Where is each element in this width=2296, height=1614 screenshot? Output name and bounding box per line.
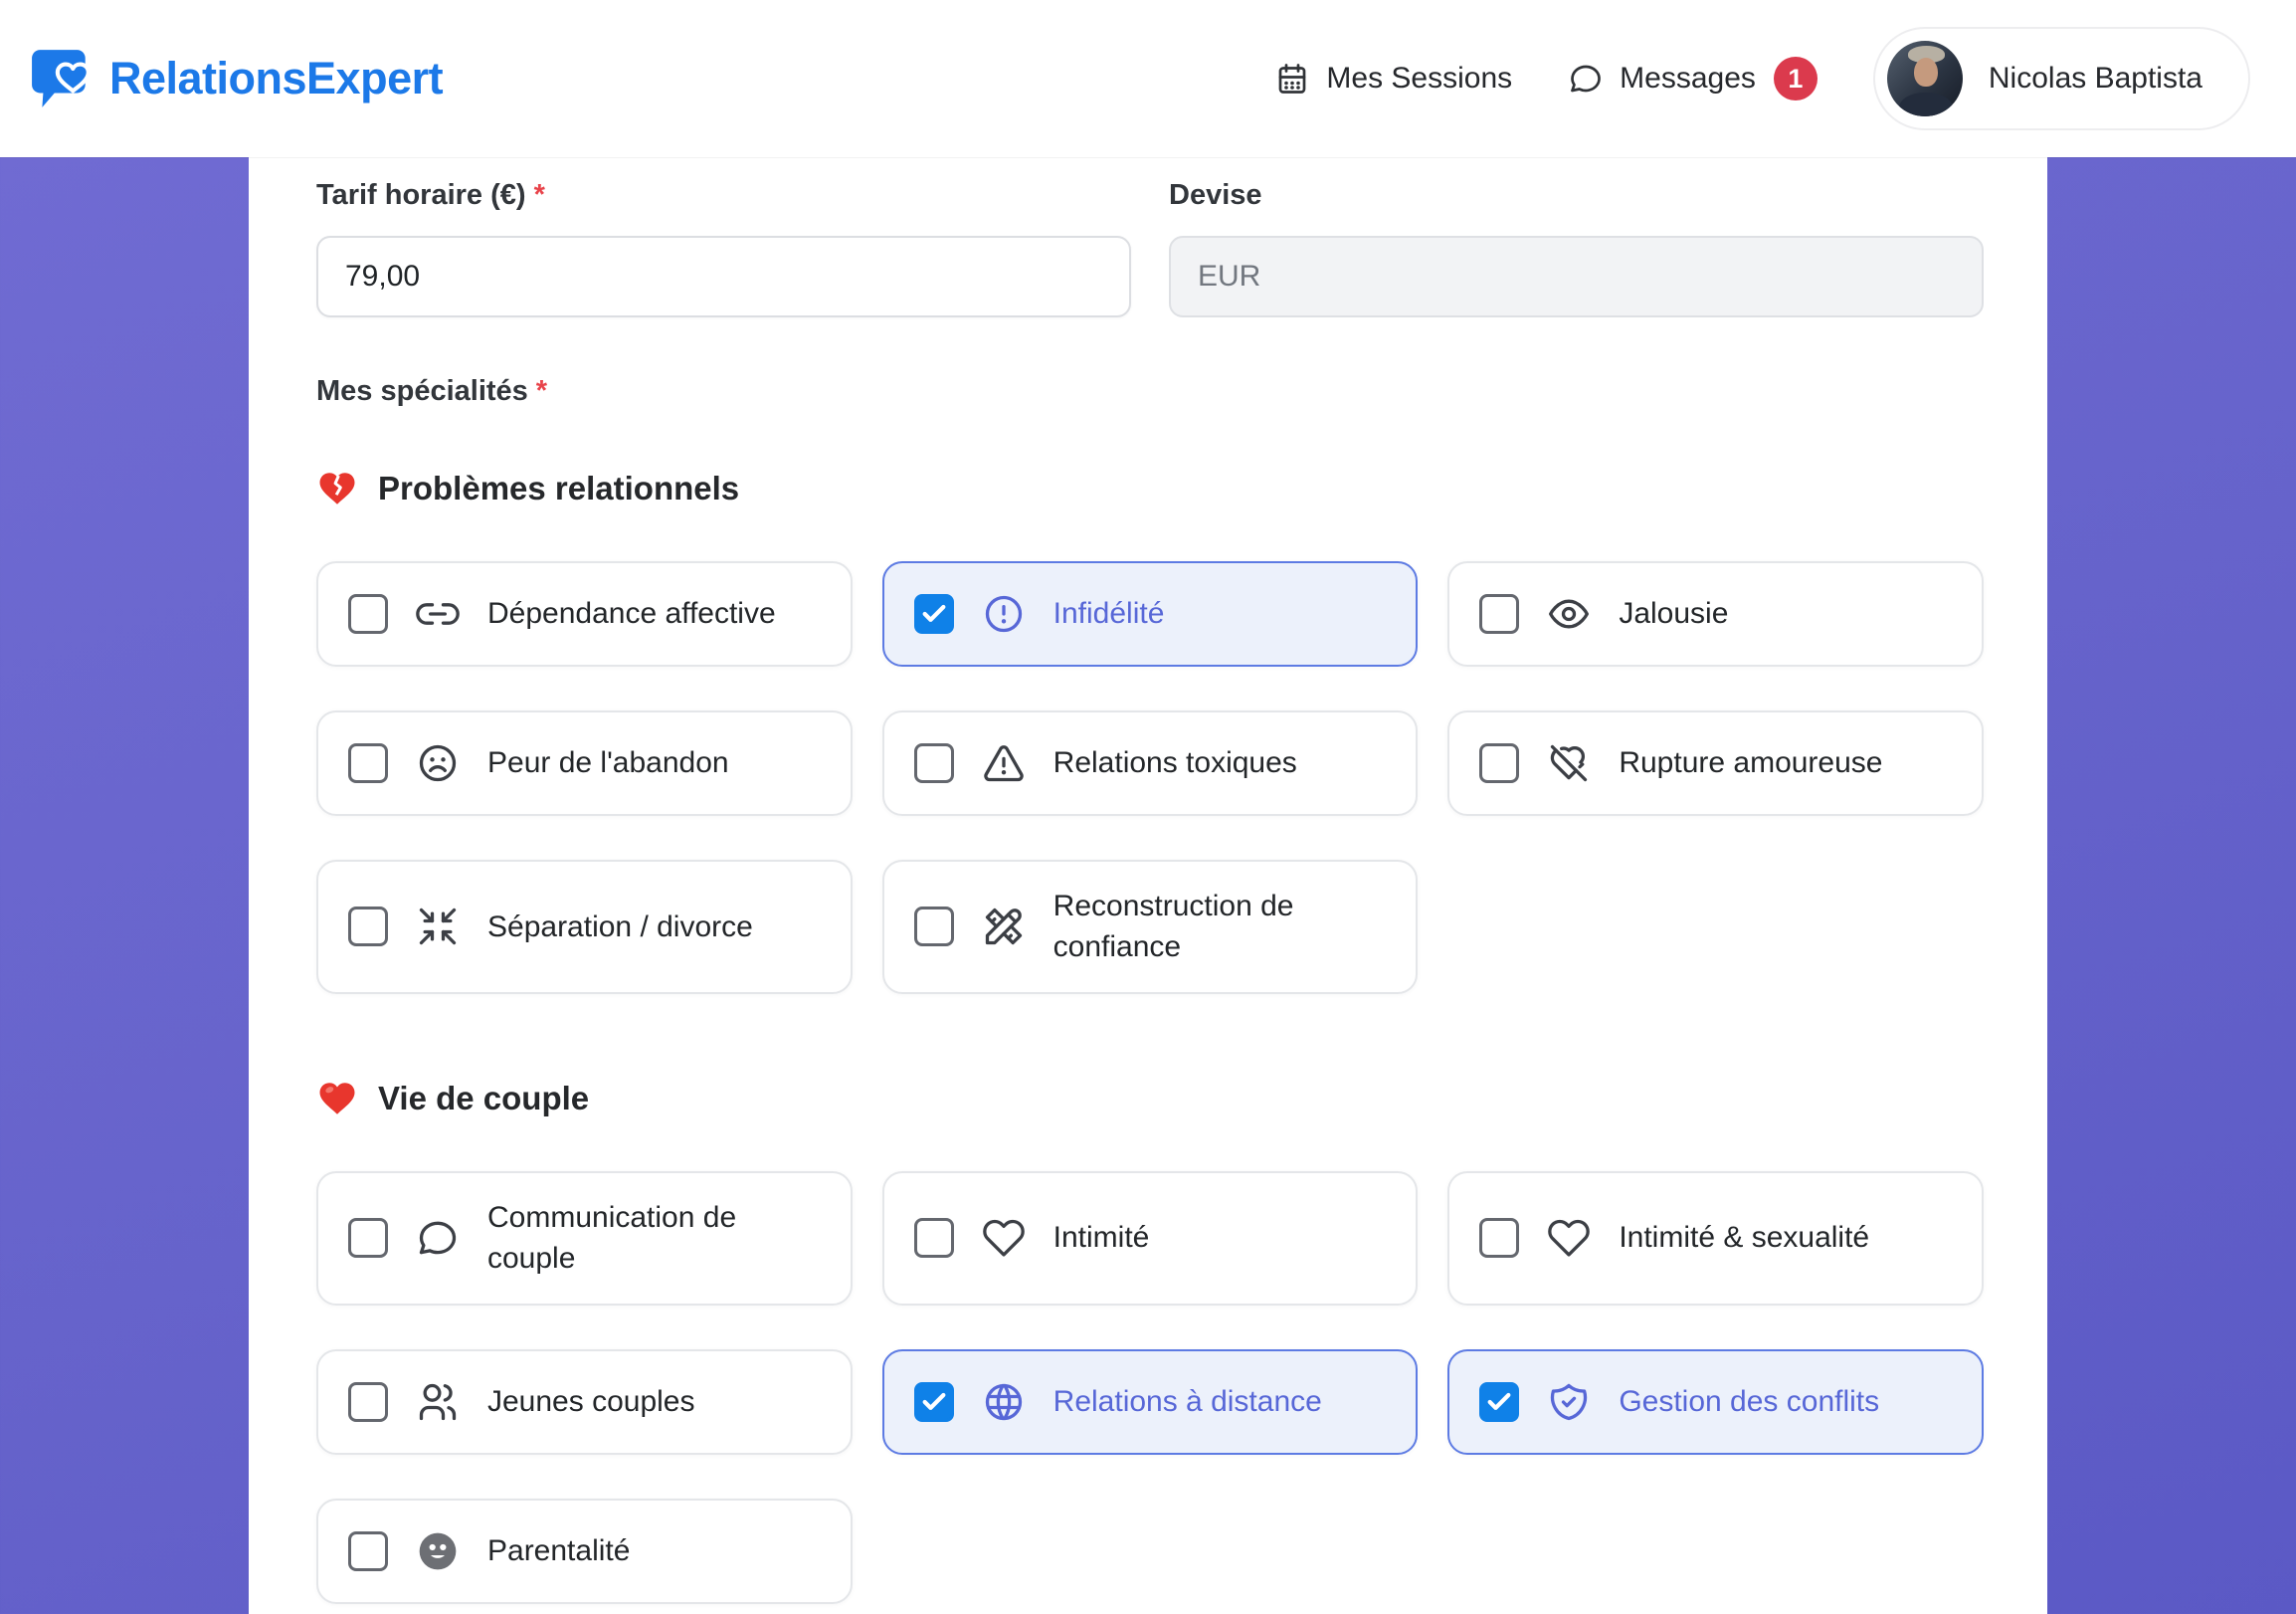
chat-bubble-icon [1571, 65, 1601, 93]
hourly-rate-field: Tarif horaire (€) * [316, 179, 1131, 317]
specialty-checkbox-card[interactable]: Séparation / divorce [316, 860, 853, 994]
nav-sessions-label: Mes Sessions [1326, 62, 1513, 95]
specialty-checkbox-card[interactable]: Intimité [881, 1170, 1419, 1306]
tools-icon [982, 905, 1026, 948]
checkbox[interactable] [348, 594, 388, 634]
broken-heart-icon [316, 468, 358, 509]
checkbox[interactable] [913, 743, 954, 783]
currency-label: Devise [1169, 179, 1262, 211]
user-name: Nicolas Baptista [1988, 62, 2202, 95]
checkbox[interactable] [1479, 1381, 1520, 1422]
specialty-checkbox-card[interactable]: Reconstruction de confiance [881, 860, 1419, 994]
section-heading: Vie de couple [316, 1078, 1984, 1119]
specialty-grid: Communication de couple Intimité Intimit… [316, 1170, 1984, 1604]
eye-icon [1547, 592, 1591, 636]
heart-icon [1547, 1216, 1591, 1260]
specialty-label: Dépendance affective [487, 597, 776, 631]
specialty-checkbox-card[interactable]: Infidélité [881, 561, 1419, 667]
specialty-label: Gestion des conflits [1619, 1384, 1880, 1418]
checkbox[interactable] [348, 1381, 388, 1422]
required-asterisk: * [533, 179, 545, 211]
checkbox[interactable] [913, 1218, 954, 1259]
specialty-checkbox-card[interactable]: Jalousie [1447, 561, 1984, 667]
sad-face-icon [416, 741, 460, 785]
messages-unread-badge: 1 [1773, 57, 1818, 101]
required-asterisk: * [535, 375, 548, 407]
user-menu[interactable]: Nicolas Baptista [1872, 27, 2250, 130]
specialty-grid: Dépendance affective Infidélité Jalousie… [316, 561, 1984, 994]
hourly-rate-input[interactable] [316, 236, 1131, 317]
specialty-label: Peur de l'abandon [487, 746, 729, 780]
brand-logo[interactable]: RelationsExpert [30, 46, 444, 111]
chat-heart-logo-icon [32, 50, 91, 107]
specialty-section: Problèmes relationnels Dépendance affect… [316, 468, 1984, 994]
specialty-label: Infidélité [1052, 597, 1165, 631]
specialty-checkbox-card[interactable]: Parentalité [316, 1498, 853, 1604]
checkbox[interactable] [1479, 594, 1520, 634]
checkbox[interactable] [1479, 743, 1520, 783]
checkbox[interactable] [1479, 1218, 1520, 1259]
specialty-checkbox-card[interactable]: Jeunes couples [316, 1348, 853, 1455]
specialty-checkbox-card[interactable]: Rupture amoureuse [1447, 710, 1984, 816]
link-icon [416, 592, 460, 636]
globe-icon [982, 1380, 1026, 1424]
checkbox[interactable] [348, 1530, 388, 1571]
app-header: RelationsExpert Mes Sessions Messages 1 … [0, 0, 2296, 157]
alert-circle-icon [982, 592, 1026, 636]
checkbox[interactable] [348, 1218, 388, 1259]
avatar [1886, 41, 1963, 116]
baby-icon [416, 1529, 460, 1573]
arrows-minimize-icon [416, 905, 460, 948]
brand-name: RelationsExpert [109, 53, 444, 103]
checkbox[interactable] [913, 1381, 954, 1422]
specialty-label: Séparation / divorce [487, 909, 753, 943]
specialty-section: Vie de couple Communication de couple In… [316, 1078, 1984, 1604]
nav-messages[interactable]: Messages 1 [1568, 57, 1818, 101]
nav-sessions[interactable]: Mes Sessions [1274, 61, 1512, 97]
warning-triangle-icon [982, 741, 1026, 785]
section-heading: Problèmes relationnels [316, 468, 1984, 509]
calendar-icon [1279, 64, 1306, 94]
hourly-rate-label: Tarif horaire (€) * [316, 179, 545, 211]
specialty-checkbox-card[interactable]: Intimité & sexualité [1447, 1170, 1984, 1306]
checkbox[interactable] [348, 743, 388, 783]
currency-input [1169, 236, 1984, 317]
profile-form-card: Tarif horaire (€)* Devise Mes spécialité… [249, 157, 2047, 1614]
specialty-checkbox-card[interactable]: Relations à distance [881, 1348, 1419, 1455]
specialty-label: Parentalité [487, 1533, 631, 1567]
specialty-checkbox-card[interactable]: Communication de couple [316, 1170, 853, 1306]
rate-fields: Tarif horaire (€)* Devise [316, 179, 1984, 317]
checkbox[interactable] [913, 594, 954, 634]
heart-off-icon [1547, 741, 1591, 785]
specialties-label: Mes spécialités * [316, 375, 548, 407]
specialty-label: Jalousie [1619, 597, 1729, 631]
specialty-checkbox-card[interactable]: Gestion des conflits [1447, 1348, 1984, 1455]
nav-messages-label: Messages [1620, 62, 1756, 95]
page-background: Tarif horaire (€)* Devise Mes spécialité… [0, 157, 2296, 1614]
heart-icon [982, 1216, 1026, 1260]
section-title: Problèmes relationnels [378, 470, 740, 506]
specialty-checkbox-card[interactable]: Dépendance affective [316, 561, 853, 667]
currency-field: Devise [1169, 179, 1984, 317]
chat-bubble-icon [416, 1216, 460, 1260]
specialty-checkbox-card[interactable]: Relations toxiques [881, 710, 1419, 816]
specialty-label: Jeunes couples [487, 1384, 695, 1418]
specialty-label: Intimité [1052, 1221, 1150, 1255]
specialties-sections: Problèmes relationnels Dépendance affect… [316, 468, 1984, 1604]
shield-check-icon [1547, 1380, 1591, 1424]
section-title: Vie de couple [378, 1079, 590, 1116]
checkbox[interactable] [913, 907, 954, 947]
specialty-label: Rupture amoureuse [1619, 746, 1883, 780]
specialty-label: Communication de couple [487, 1200, 737, 1276]
specialty-label: Intimité & sexualité [1619, 1221, 1870, 1255]
specialty-checkbox-card[interactable]: Peur de l'abandon [316, 710, 853, 816]
specialty-label: Relations à distance [1052, 1384, 1322, 1418]
specialty-label: Relations toxiques [1052, 746, 1297, 780]
specialty-label: Reconstruction de confiance [1052, 890, 1294, 964]
checkbox[interactable] [348, 907, 388, 947]
users-icon [416, 1380, 460, 1424]
red-heart-icon [316, 1078, 358, 1119]
